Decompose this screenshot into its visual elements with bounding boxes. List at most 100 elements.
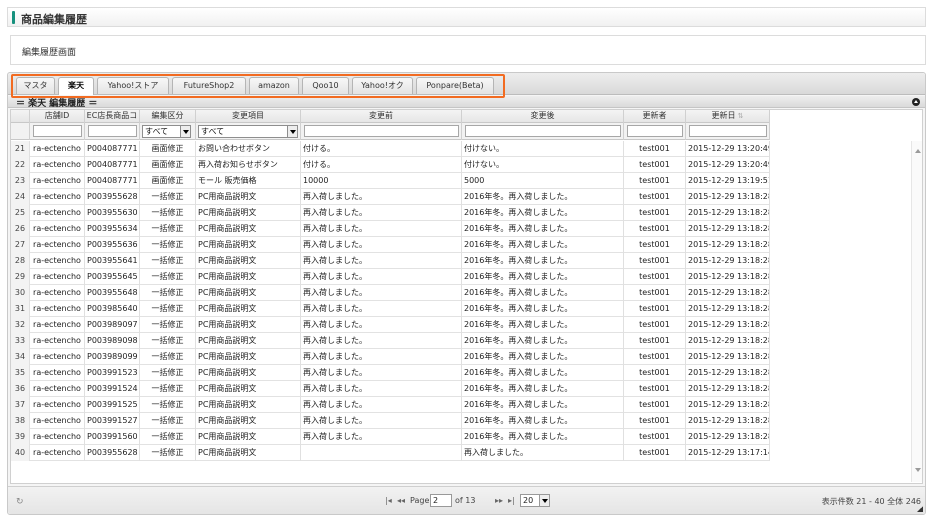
- pager: ↻ |◂ ◂◂ Page 2 of 13 ▸▸ ▸| 20 表示件数 21 - …: [8, 486, 925, 514]
- column-header-change-item[interactable]: 変更項目: [196, 110, 301, 123]
- table-row[interactable]: 31 ra-ectencho P003985640 一括修正 PC用商品説明文 再入荷しま…: [11, 301, 770, 317]
- table-row[interactable]: 25 ra-ectencho P003955630 一括修正 PC用商品説明文 再入荷しま…: [11, 205, 770, 221]
- cell-before-value: 再入荷しました。: [301, 205, 462, 221]
- refresh-icon[interactable]: ↻: [16, 497, 24, 507]
- column-header-row: 店舗ID EC店長商品コ 編集区分 変更項目 変更前 変更後 更新者 更新日 ⇅: [11, 110, 770, 123]
- filter-input-store-id[interactable]: [33, 125, 82, 137]
- cell-store-id: ra-ectencho: [30, 221, 85, 237]
- chevron-down-icon[interactable]: [539, 495, 549, 506]
- tab-amazon[interactable]: amazon: [249, 77, 299, 94]
- column-header-product-code[interactable]: EC店長商品コ: [85, 110, 140, 123]
- prev-page-icon[interactable]: ◂◂: [397, 496, 405, 505]
- column-header-before-value[interactable]: 変更前: [301, 110, 462, 123]
- column-header-row-number[interactable]: [11, 110, 30, 123]
- edit-type-filter-select[interactable]: すべて: [142, 125, 191, 138]
- table-row[interactable]: 24 ra-ectencho P003955628 一括修正 PC用商品説明文 再入荷しま…: [11, 189, 770, 205]
- collapse-icon[interactable]: [912, 98, 920, 106]
- tab-futureshop2[interactable]: FutureShop2: [172, 77, 246, 94]
- table-row[interactable]: 39 ra-ectencho P003991560 一括修正 PC用商品説明文 再入荷しま…: [11, 429, 770, 445]
- cell-change-item: PC用商品説明文: [196, 349, 301, 365]
- cell-before-value: 再入荷しました。: [301, 333, 462, 349]
- table-row[interactable]: 26 ra-ectencho P003955634 一括修正 PC用商品説明文 再入荷しま…: [11, 221, 770, 237]
- cell-after-value: 付けない。: [462, 157, 624, 173]
- filter-input-after-value[interactable]: [465, 125, 621, 137]
- table-row[interactable]: 23 ra-ectencho P004087771 画面修正 モール 販売価格 10000…: [11, 173, 770, 189]
- cell-updated-at: 2015-12-29 13:18:28: [686, 397, 770, 413]
- cell-before-value: 再入荷しました。: [301, 349, 462, 365]
- column-header-store-id[interactable]: 店舗ID: [30, 110, 85, 123]
- filter-input-updated-at[interactable]: [689, 125, 767, 137]
- cell-before-value: 付ける。: [301, 141, 462, 157]
- column-header-edit-type[interactable]: 編集区分: [140, 110, 196, 123]
- table-row[interactable]: 29 ra-ectencho P003955645 一括修正 PC用商品説明文 再入荷しま…: [11, 269, 770, 285]
- table-row[interactable]: 34 ra-ectencho P003989099 一括修正 PC用商品説明文 再入荷しま…: [11, 349, 770, 365]
- cell-row-number: 22: [11, 157, 30, 173]
- cell-product-code: P004087771: [85, 141, 140, 157]
- cell-edit-type: 一括修正: [140, 365, 196, 381]
- change-item-filter-select[interactable]: すべて: [198, 125, 298, 138]
- cell-change-item: PC用商品説明文: [196, 429, 301, 445]
- tab-master[interactable]: マスタ: [16, 77, 55, 94]
- scroll-down-icon[interactable]: [915, 468, 921, 472]
- tab-rakuten[interactable]: 楽天: [58, 77, 94, 95]
- cell-row-number: 23: [11, 173, 30, 189]
- table-row[interactable]: 35 ra-ectencho P003991523 一括修正 PC用商品説明文 再入荷しま…: [11, 365, 770, 381]
- table-row[interactable]: 21 ra-ectencho P004087771 画面修正 お問い合わせボタン 付ける。…: [11, 141, 770, 157]
- sort-icon[interactable]: ⇅: [735, 112, 744, 120]
- filter-input-product-code[interactable]: [88, 125, 137, 137]
- tab-ponpare[interactable]: Ponpare(Beta): [416, 77, 494, 94]
- cell-edit-type: 一括修正: [140, 269, 196, 285]
- filter-input-updated-by[interactable]: [627, 125, 683, 137]
- cell-product-code: P003955648: [85, 285, 140, 301]
- cell-updated-by: test001: [624, 269, 686, 285]
- table-row[interactable]: 33 ra-ectencho P003989098 一括修正 PC用商品説明文 再入荷しま…: [11, 333, 770, 349]
- resize-handle-icon[interactable]: [917, 506, 923, 512]
- page-size-select[interactable]: 20: [520, 494, 550, 507]
- table-row[interactable]: 27 ra-ectencho P003955636 一括修正 PC用商品説明文 再入荷しま…: [11, 237, 770, 253]
- vertical-scrollbar[interactable]: [911, 141, 922, 482]
- column-header-after-value[interactable]: 変更後: [462, 110, 624, 123]
- cell-after-value: 2016年冬。再入荷しました。: [462, 285, 624, 301]
- cell-edit-type: 一括修正: [140, 429, 196, 445]
- filter-input-before-value[interactable]: [304, 125, 459, 137]
- tab-yahoo-auction[interactable]: Yahoo!オク: [352, 77, 413, 94]
- cell-product-code: P003955641: [85, 253, 140, 269]
- cell-edit-type: 一括修正: [140, 445, 196, 461]
- table-row[interactable]: 38 ra-ectencho P003991527 一括修正 PC用商品説明文 再入荷しま…: [11, 413, 770, 429]
- first-page-icon[interactable]: |◂: [385, 496, 392, 505]
- scroll-up-icon[interactable]: [915, 149, 921, 153]
- cell-product-code: P003955628: [85, 445, 140, 461]
- table-row[interactable]: 32 ra-ectencho P003989097 一括修正 PC用商品説明文 再入荷しま…: [11, 317, 770, 333]
- tab-yahoo-store[interactable]: Yahoo!ストア: [97, 77, 169, 94]
- cell-edit-type: 画面修正: [140, 173, 196, 189]
- cell-edit-type: 画面修正: [140, 157, 196, 173]
- cell-updated-at: 2015-12-29 13:17:14: [686, 445, 770, 461]
- page-description: 編集履歴画面: [22, 48, 77, 58]
- cell-change-item: PC用商品説明文: [196, 397, 301, 413]
- table-row[interactable]: 22 ra-ectencho P004087771 画面修正 再入荷お知らせボタン 付ける…: [11, 157, 770, 173]
- table-row[interactable]: 37 ra-ectencho P003991525 一括修正 PC用商品説明文 再入荷しま…: [11, 397, 770, 413]
- cell-updated-at: 2015-12-29 13:18:28: [686, 413, 770, 429]
- cell-row-number: 40: [11, 445, 30, 461]
- table-row[interactable]: 40 ra-ectencho P003955628 一括修正 PC用商品説明文 再入荷しま…: [11, 445, 770, 461]
- cell-updated-by: test001: [624, 221, 686, 237]
- cell-after-value: 2016年冬。再入荷しました。: [462, 349, 624, 365]
- cell-store-id: ra-ectencho: [30, 333, 85, 349]
- column-header-updated-by[interactable]: 更新者: [624, 110, 686, 123]
- table-row[interactable]: 28 ra-ectencho P003955641 一括修正 PC用商品説明文 再入荷しま…: [11, 253, 770, 269]
- cell-product-code: P003955628: [85, 189, 140, 205]
- page-number-input[interactable]: 2: [430, 494, 452, 507]
- cell-store-id: ra-ectencho: [30, 301, 85, 317]
- table-row[interactable]: 36 ra-ectencho P003991524 一括修正 PC用商品説明文 再入荷しま…: [11, 381, 770, 397]
- cell-updated-by: test001: [624, 317, 686, 333]
- next-page-icon[interactable]: ▸▸: [495, 496, 503, 505]
- column-header-updated-at[interactable]: 更新日 ⇅: [686, 110, 770, 123]
- last-page-icon[interactable]: ▸|: [508, 496, 515, 505]
- chevron-down-icon[interactable]: [287, 126, 297, 137]
- cell-updated-by: test001: [624, 157, 686, 173]
- tab-qoo10[interactable]: Qoo10: [302, 77, 349, 94]
- cell-before-value: 再入荷しました。: [301, 397, 462, 413]
- chevron-down-icon[interactable]: [180, 126, 190, 137]
- cell-updated-by: test001: [624, 253, 686, 269]
- table-row[interactable]: 30 ra-ectencho P003955648 一括修正 PC用商品説明文 再入荷しま…: [11, 285, 770, 301]
